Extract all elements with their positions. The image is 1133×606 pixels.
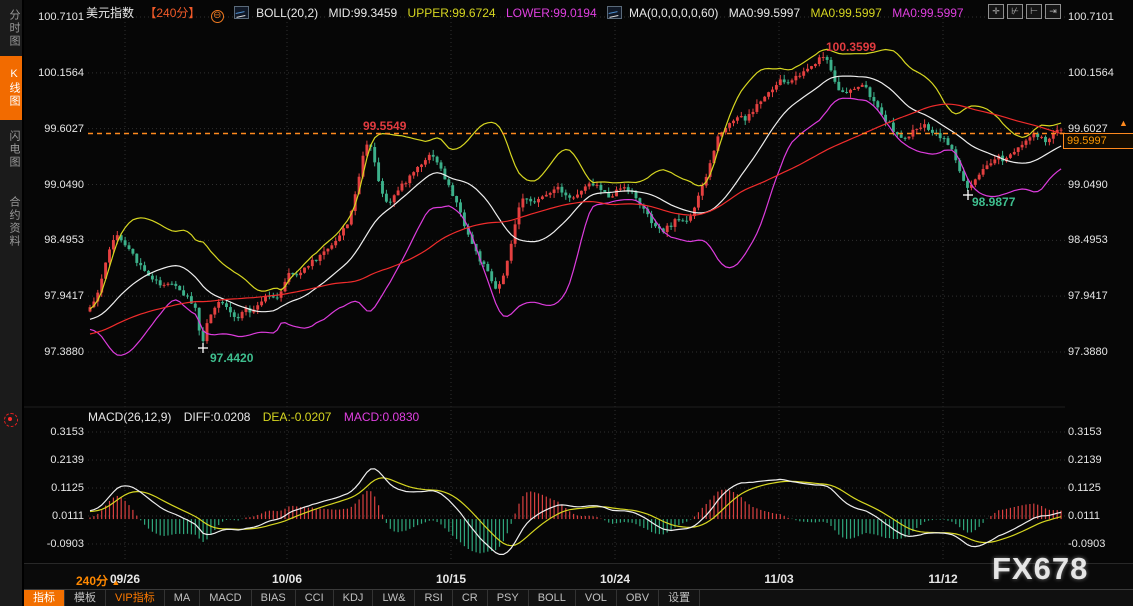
macd-tick-r-3: 0.0111 (1068, 510, 1128, 522)
period-tag: 【240分】 (144, 6, 200, 20)
toolbar-tab-RSI[interactable]: RSI (415, 590, 452, 606)
toolbar-tab-LW&[interactable]: LW& (373, 590, 415, 606)
price-tick-r-5: 97.9417 (1068, 290, 1128, 302)
boll-chart-icon (234, 6, 249, 19)
macd-title: MACD(26,12,9) (88, 410, 171, 424)
toolbar-tab-指标[interactable]: 指标 (24, 590, 65, 606)
price-tick-l-1: 100.1564 (30, 67, 84, 79)
window-icon-1[interactable]: ⊬ (1007, 4, 1023, 19)
price-tick-l-5: 97.9417 (30, 290, 84, 302)
date-label-1: 10/06 (272, 572, 302, 586)
macd-diff-value: DIFF:0.0208 (184, 410, 251, 424)
boll-lower-value: LOWER:99.0194 (506, 6, 597, 20)
date-label-5: 11/12 (928, 572, 957, 586)
chart-header: 美元指数 【240分】 ⊖ BOLL(20,2) MID:99.3459 UPP… (86, 4, 971, 20)
toolbar-tab-设置[interactable]: 设置 (659, 590, 700, 606)
boll-label: BOLL(20,2) (256, 6, 318, 20)
macd-tick-l-3: 0.0111 (30, 510, 84, 522)
price-tick-r-4: 98.4953 (1068, 234, 1128, 246)
macd-tick-r-1: 0.2139 (1068, 454, 1128, 466)
candlestick-chart-canvas[interactable] (0, 0, 1133, 606)
date-label-2: 10/15 (436, 572, 466, 586)
macd-dea-value: DEA:-0.0207 (263, 410, 332, 424)
toolbar-tab-OBV[interactable]: OBV (617, 590, 659, 606)
window-toolbar-icons: ✛⊬⊢⇥ (988, 4, 1061, 19)
toolbar-tab-BIAS[interactable]: BIAS (252, 590, 296, 606)
macd-tick-l-0: 0.3153 (30, 426, 84, 438)
toolbar-tab-模板[interactable]: 模板 (65, 590, 106, 606)
symbol-title: 美元指数 (86, 6, 134, 20)
peak-annotation: 100.3599 (826, 40, 876, 54)
sidebar-item-0[interactable]: 分时图 (0, 5, 22, 51)
minus-circle-icon[interactable]: ⊖ (211, 10, 224, 23)
macd-value: MACD:0.0830 (344, 410, 419, 424)
price-tick-r-1: 100.1564 (1068, 67, 1128, 79)
ma0-value-1: MA0:99.5997 (729, 6, 800, 20)
toolbar-tab-VOL[interactable]: VOL (576, 590, 617, 606)
price-tick-r-0: 100.7101 (1068, 11, 1128, 23)
window-icon-2[interactable]: ⊢ (1026, 4, 1042, 19)
toolbar-tab-KDJ[interactable]: KDJ (334, 590, 374, 606)
toolbar-tab-BOLL[interactable]: BOLL (529, 590, 576, 606)
price-tick-l-4: 98.4953 (30, 234, 84, 246)
price-tick-r-3: 99.0490 (1068, 179, 1128, 191)
boll-upper-value: UPPER:99.6724 (408, 6, 496, 20)
sidebar-item-1[interactable]: K线图 (0, 56, 22, 120)
toolbar-tab-MA[interactable]: MA (165, 590, 201, 606)
toolbar-tab-MACD[interactable]: MACD (200, 590, 251, 606)
macd-header: MACD(26,12,9) DIFF:0.0208 DEA:-0.0207 MA… (88, 410, 428, 424)
price-tick-l-0: 100.7101 (30, 11, 84, 23)
toolbar-tab-PSY[interactable]: PSY (488, 590, 529, 606)
macd-tick-l-1: 0.2139 (30, 454, 84, 466)
price-tick-l-3: 99.0490 (30, 179, 84, 191)
window-icon-3[interactable]: ⇥ (1045, 4, 1061, 19)
low-left-annotation: 97.4420 (210, 351, 253, 365)
macd-tick-r-0: 0.3153 (1068, 426, 1128, 438)
toolbar-tab-CR[interactable]: CR (453, 590, 488, 606)
price-tick-l-2: 99.6027 (30, 123, 84, 135)
price-tick-r-6: 97.3880 (1068, 346, 1128, 358)
sidebar-item-3[interactable]: 合约资料 (0, 192, 22, 252)
watermark-logo: FX678 (992, 551, 1088, 587)
current-price-badge: 99.5997 (1063, 133, 1133, 149)
boll-mid-value: MID:99.3459 (328, 6, 397, 20)
low-right-annotation: 98.9877 (972, 195, 1015, 209)
level-annotation: 99.5549 (363, 119, 406, 133)
hot-target-icon[interactable] (4, 413, 18, 427)
ma0-value-3: MA0:99.5997 (892, 6, 963, 20)
ma0-value-2: MA0:99.5997 (810, 6, 881, 20)
date-label-3: 10/24 (600, 572, 630, 586)
left-sidebar: 分时图 K线图闪电图合约资料 (0, 0, 24, 606)
toolbar-tab-VIP指标[interactable]: VIP指标 (106, 590, 165, 606)
price-tick-l-6: 97.3880 (30, 346, 84, 358)
ma-label: MA(0,0,0,0,0,60) (629, 6, 718, 20)
macd-tick-r-4: -0.0903 (1068, 538, 1128, 550)
indicator-toolbar: 指标模板VIP指标MAMACDBIASCCIKDJLW&RSICRPSYBOLL… (24, 589, 1133, 606)
sidebar-item-2[interactable]: 闪电图 (0, 126, 22, 172)
macd-tick-l-2: 0.1125 (30, 482, 84, 494)
macd-tick-l-4: -0.0903 (30, 538, 84, 550)
price-tick-r-2: 99.6027 (1068, 123, 1128, 135)
date-label-4: 11/03 (764, 572, 793, 586)
ma-chart-icon (607, 6, 622, 19)
window-icon-0[interactable]: ✛ (988, 4, 1004, 19)
macd-tick-r-2: 0.1125 (1068, 482, 1128, 494)
toolbar-tab-CCI[interactable]: CCI (296, 590, 334, 606)
time-axis: 240分 ▲ 09/2610/0610/1510/2411/0311/12 (24, 563, 1133, 591)
date-label-0: 09/26 (110, 572, 140, 586)
trading-app-window: 分时图 K线图闪电图合约资料 美元指数 【240分】 ⊖ BOLL(20,2) M… (0, 0, 1133, 606)
